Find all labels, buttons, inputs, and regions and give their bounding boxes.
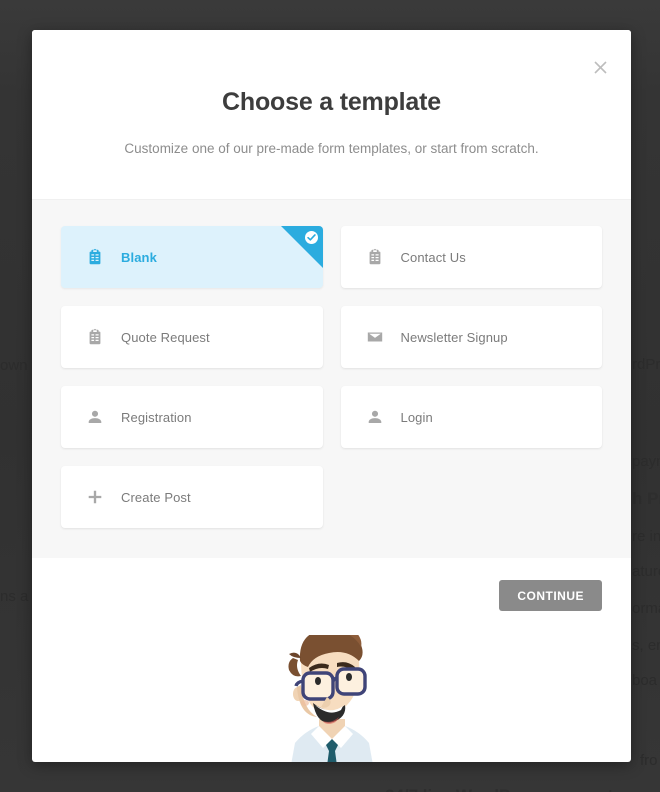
background-text-fragment: own f	[0, 357, 36, 374]
background-text-fragment: paym	[632, 453, 660, 470]
template-card-label: Create Post	[121, 489, 191, 505]
template-card-label: Blank	[121, 249, 157, 265]
template-card-label: Contact Us	[400, 249, 466, 265]
modal-footer: CONTINUE	[32, 558, 631, 635]
background-text-fragment: boa	[632, 672, 658, 689]
template-card-label: Registration	[121, 409, 192, 425]
user-icon	[85, 407, 105, 427]
close-icon[interactable]	[585, 52, 615, 82]
background-text-fragment: h Pr	[632, 489, 660, 508]
template-grid: Blank Contact Us Quote Request Newsletter S…	[61, 226, 602, 528]
template-card-registration[interactable]: Registration	[61, 386, 323, 448]
selected-corner-ribbon	[280, 226, 323, 268]
template-card-login[interactable]: Login	[340, 386, 602, 448]
choose-template-modal: Choose a template Customize one of our p…	[32, 30, 631, 762]
background-text-fragment: fro	[640, 752, 658, 769]
template-card-label: Quote Request	[121, 329, 210, 345]
user-icon	[365, 407, 385, 427]
background-text-fragment: re in	[632, 528, 660, 545]
continue-button[interactable]: CONTINUE	[499, 580, 602, 611]
modal-subtitle: Customize one of our pre-made form templ…	[124, 141, 539, 156]
template-card-quote-request[interactable]: Quote Request	[61, 306, 323, 368]
template-card-newsletter-signup[interactable]: Newsletter Signup	[340, 306, 602, 368]
template-card-blank[interactable]: Blank	[61, 226, 323, 288]
modal-body: Blank Contact Us Quote Request Newsletter S…	[32, 199, 631, 558]
clipboard-icon	[85, 327, 105, 347]
background-text-fragment: 24/7 live WordPress support	[385, 786, 613, 792]
clipboard-icon	[365, 247, 385, 267]
template-card-contact-us[interactable]: Contact Us	[340, 226, 602, 288]
check-icon	[304, 231, 318, 244]
plus-icon	[85, 487, 105, 507]
background-text-fragment: ns a	[0, 588, 29, 605]
background-text-fragment: orma	[632, 600, 660, 617]
clipboard-icon	[85, 247, 105, 267]
template-card-label: Newsletter Signup	[400, 329, 508, 345]
template-card-label: Login	[400, 409, 433, 425]
background-text-fragment: ature	[632, 563, 660, 580]
envelope-icon	[365, 327, 385, 347]
background-text-fragment: s, en	[632, 637, 660, 654]
page-title: Choose a template	[222, 88, 441, 116]
background-text-fragment: rdPr	[632, 356, 660, 373]
template-card-create-post[interactable]: Create Post	[61, 466, 323, 528]
modal-header: Choose a template Customize one of our p…	[32, 30, 631, 199]
